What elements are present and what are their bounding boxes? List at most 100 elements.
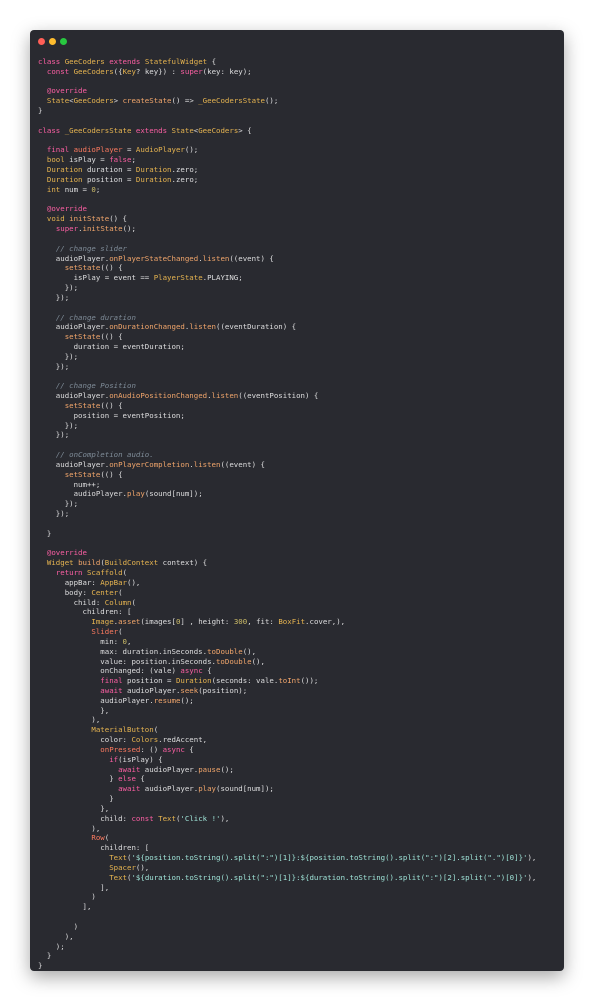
- window-titlebar: [30, 30, 564, 52]
- code-token: isPlay = event ==: [38, 273, 154, 283]
- close-button[interactable]: [38, 38, 45, 45]
- code-line: audioPlayer.resume();: [38, 696, 560, 706]
- code-token: : (): [140, 744, 163, 754]
- code-line: appBar: AppBar(),: [38, 578, 560, 588]
- code-token: }: [38, 106, 43, 116]
- code-token: {: [189, 744, 194, 754]
- code-line: });: [38, 283, 560, 293]
- code-token: async: [162, 744, 190, 754]
- code-token: Duration: [46, 165, 87, 175]
- maximize-button[interactable]: [60, 38, 67, 45]
- code-token: });: [38, 351, 79, 361]
- code-line: }: [38, 794, 560, 804]
- code-token: play: [127, 489, 145, 499]
- code-token: @override: [46, 204, 87, 214]
- code-token: }: [38, 774, 119, 784]
- code-token: false: [109, 155, 132, 165]
- code-token: (),: [127, 577, 141, 587]
- code-line: void initState() {: [38, 214, 560, 224]
- code-line: Widget build(BuildContext context) {: [38, 558, 560, 568]
- code-token: >: [113, 96, 123, 106]
- code-token: () {: [109, 214, 128, 224]
- code-line: onPressed: () async {: [38, 745, 560, 755]
- code-token: (() {: [100, 332, 123, 342]
- code-line: Duration duration = Duration.zero;: [38, 165, 560, 175]
- code-line: value: position.inSeconds.toDouble(),: [38, 657, 560, 667]
- code-token: GeeCoders: [64, 57, 110, 66]
- code-token: });: [38, 283, 79, 293]
- code-token: extends: [109, 57, 145, 66]
- code-token: Scaffold: [86, 568, 123, 578]
- code-token: }: [38, 528, 52, 538]
- code-token: ();: [184, 145, 199, 155]
- code-token: ),: [38, 931, 74, 941]
- code-token: (),: [135, 862, 150, 872]
- minimize-button[interactable]: [49, 38, 56, 45]
- code-line: ),: [38, 715, 560, 725]
- code-token: audioPlayer.: [127, 686, 181, 695]
- code-line: },: [38, 804, 560, 814]
- code-token: audioPlayer.: [38, 489, 127, 499]
- code-line: Text('${position.toString().split(":")[1…: [38, 853, 560, 863]
- code-line: body: Center(: [38, 588, 560, 598]
- code-editor[interactable]: class GeeCoders extends StatefulWidget {…: [38, 57, 560, 971]
- code-token: class: [38, 57, 65, 66]
- code-token: setState: [64, 469, 101, 479]
- code-token: Row: [91, 833, 105, 843]
- code-token: ((event) {: [229, 253, 274, 263]
- code-token: GeeCoders: [73, 66, 114, 76]
- code-line: MaterialButton(: [38, 725, 560, 735]
- code-line: ],: [38, 902, 560, 912]
- code-token: audioPlayer.: [144, 764, 199, 774]
- code-line: final position = Duration(seconds: vale.…: [38, 676, 560, 686]
- code-line: });: [38, 362, 560, 372]
- code-token: position = eventPosition;: [38, 410, 185, 420]
- code-token: });: [38, 430, 70, 440]
- code-line: audioPlayer.onPlayerCompletion.listen((e…: [38, 460, 560, 470]
- code-token: ): [38, 892, 96, 902]
- code-line: audioPlayer.onPlayerStateChanged.listen(…: [38, 254, 560, 264]
- code-token: listen: [193, 459, 221, 469]
- code-line: if(isPlay) {: [38, 755, 560, 765]
- code-line: }: [38, 106, 560, 116]
- code-token: ;: [95, 184, 101, 194]
- code-token: (: [118, 627, 123, 637]
- code-token: , fit:: [247, 617, 279, 627]
- code-token: position =: [86, 174, 136, 184]
- code-token: initState: [82, 224, 123, 234]
- code-token: super: [55, 224, 79, 234]
- code-line: child: const Text('Click !'),: [38, 814, 560, 824]
- code-token: return: [55, 568, 87, 578]
- code-line: });: [38, 499, 560, 509]
- code-token: onAudioPositionChanged: [109, 391, 208, 401]
- code-token: toDouble: [215, 656, 252, 666]
- code-token: }: [38, 794, 114, 804]
- code-token: num =: [64, 184, 92, 194]
- code-token: duration =: [86, 165, 136, 175]
- code-line: return Scaffold(: [38, 568, 560, 578]
- code-token: ();: [264, 96, 279, 106]
- code-token: async: [180, 666, 208, 676]
- code-line: Duration position = Duration.zero;: [38, 175, 560, 185]
- code-token: (: [131, 597, 136, 607]
- code-token: duration = eventDuration;: [38, 342, 185, 352]
- code-token: });: [38, 509, 70, 519]
- code-token: createState: [122, 96, 172, 106]
- code-token: final: [46, 145, 74, 155]
- code-token: listen: [189, 322, 217, 332]
- code-token: (seconds: vale.: [211, 676, 279, 686]
- code-token: (sound[num]);: [216, 784, 274, 794]
- code-token: ((event) {: [220, 459, 265, 469]
- code-token: color:: [38, 735, 132, 745]
- code-token: ((eventPosition) {: [238, 391, 319, 401]
- code-line: ),: [38, 824, 560, 834]
- code-line: ): [38, 922, 560, 932]
